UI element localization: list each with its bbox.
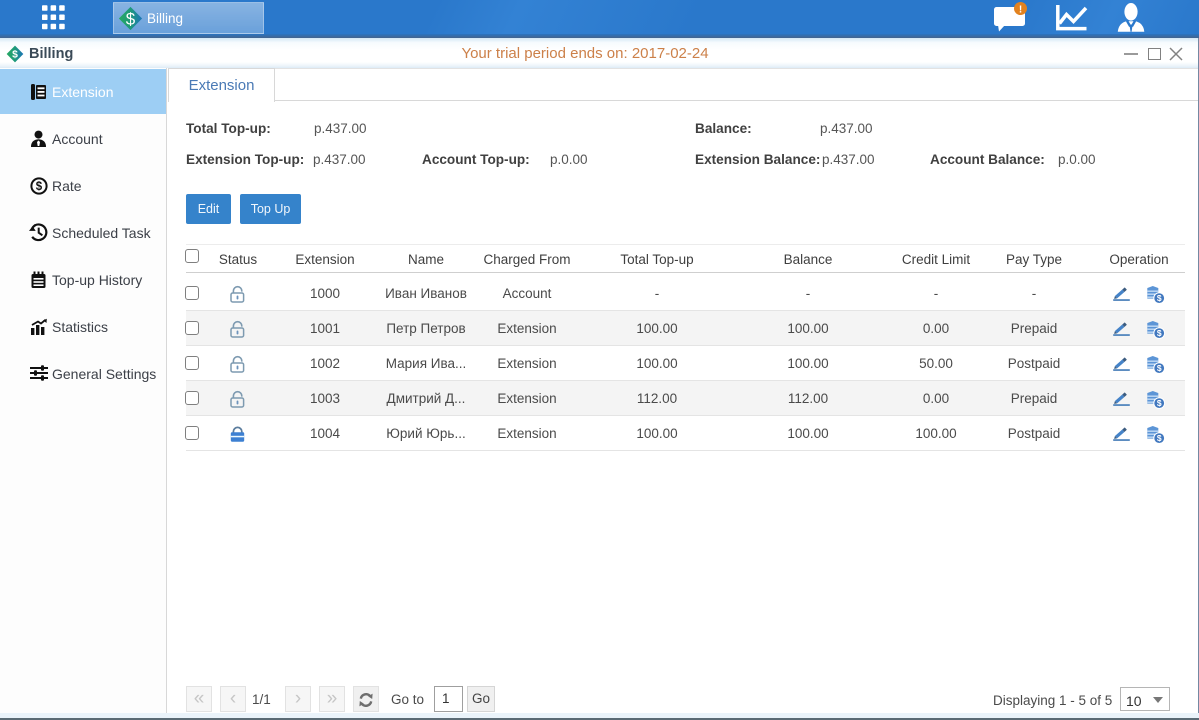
svg-text:$: $ (1156, 398, 1161, 408)
svg-text:!: ! (1019, 4, 1022, 15)
svg-text:$: $ (1156, 433, 1161, 443)
svg-text:$: $ (36, 181, 43, 193)
svg-text:$: $ (1156, 293, 1161, 303)
svg-text:$: $ (1156, 328, 1161, 338)
svg-text:$: $ (1156, 363, 1161, 373)
svg-text:$: $ (126, 9, 136, 28)
